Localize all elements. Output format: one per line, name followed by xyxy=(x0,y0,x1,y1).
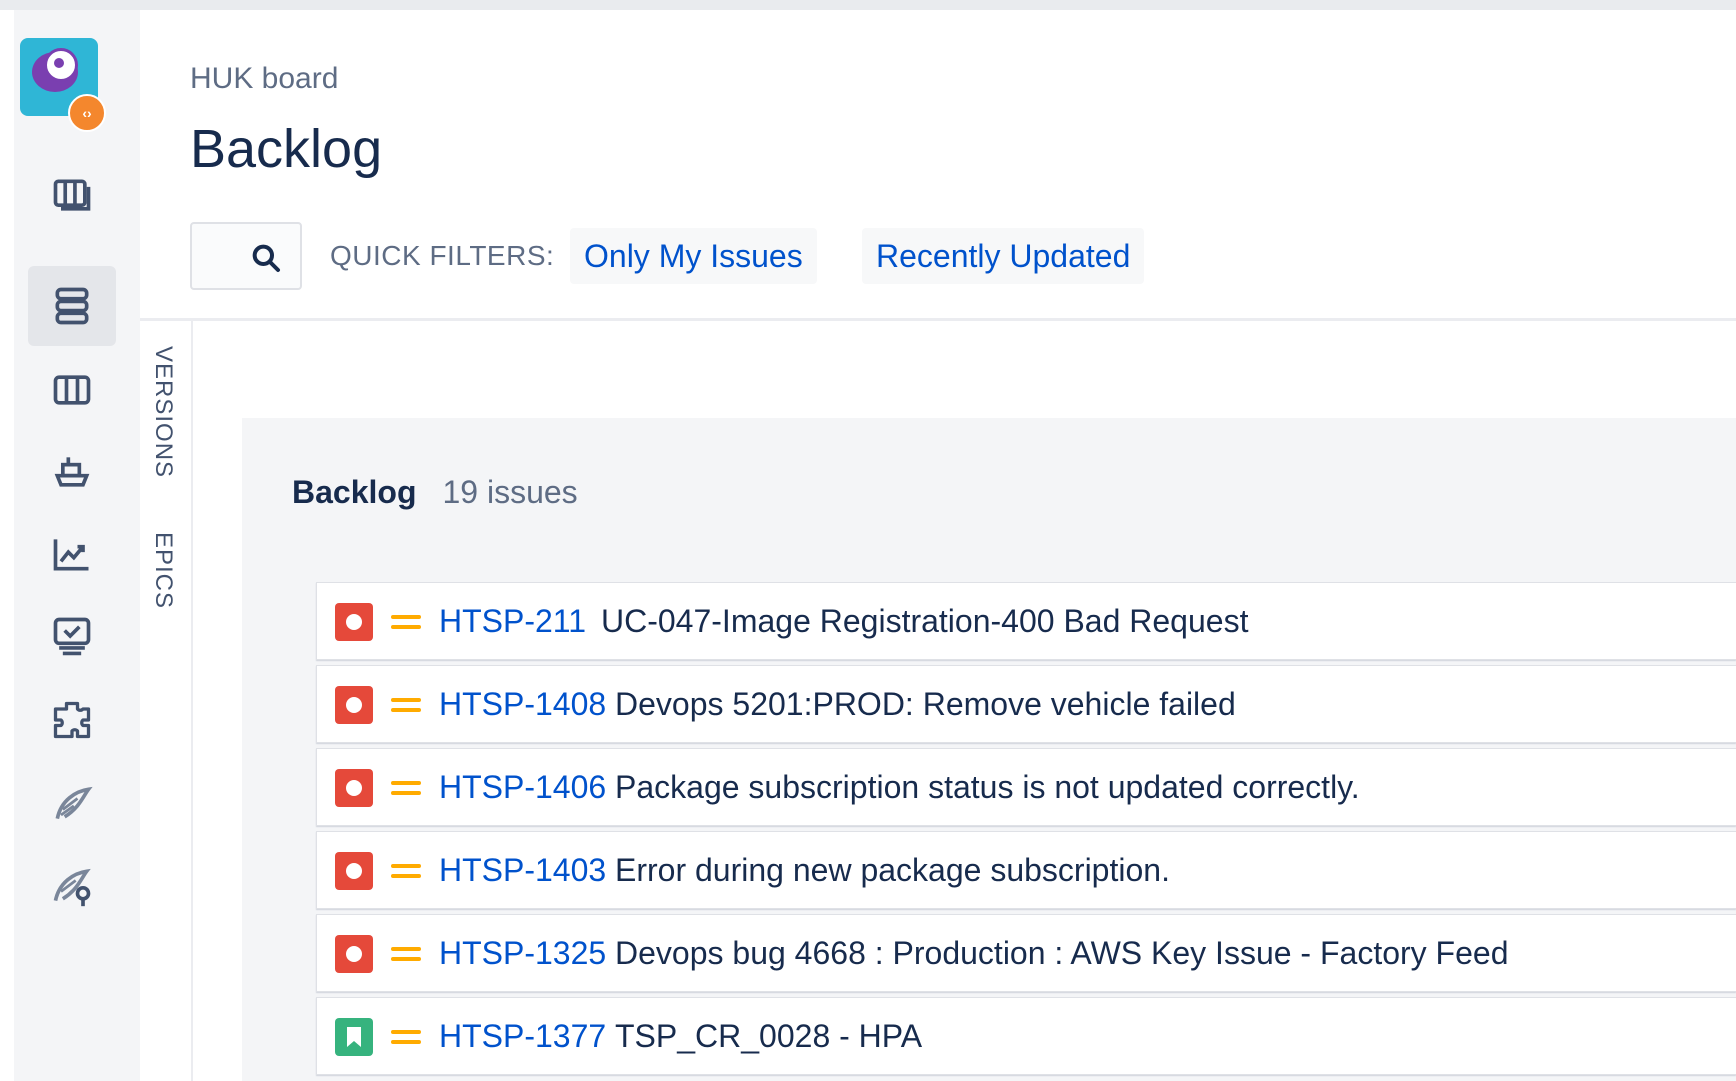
story-icon xyxy=(335,1018,373,1056)
bug-icon xyxy=(335,935,373,973)
issue-key[interactable]: HTSP-1408 xyxy=(439,686,606,723)
sidebar-item-components[interactable] xyxy=(28,680,116,760)
priority-medium-icon xyxy=(391,859,421,883)
search-input[interactable] xyxy=(190,222,302,290)
filter-only-my-issues[interactable]: Only My Issues xyxy=(570,228,817,284)
issue-summary: Error during new package subscription. xyxy=(615,852,1170,888)
tab-versions[interactable]: VERSIONS xyxy=(149,346,177,478)
sidebar-item-issues[interactable] xyxy=(28,596,116,676)
bug-icon xyxy=(335,603,373,641)
bug-icon xyxy=(335,769,373,807)
bug-icon xyxy=(335,686,373,724)
issue-count: 19 issues xyxy=(442,474,578,510)
avatar-eye-shape xyxy=(54,58,64,68)
issue-summary: Devops bug 4668 : Production : AWS Key I… xyxy=(615,935,1509,971)
quick-filters-label: QUICK FILTERS: xyxy=(330,240,555,271)
issue-list: HTSP-211 UC-047-Image Registration-400 B… xyxy=(316,582,1736,1080)
issue-key[interactable]: HTSP-211 xyxy=(439,603,586,640)
search-icon xyxy=(252,244,280,272)
reports-icon xyxy=(53,539,89,571)
issue-row[interactable]: HTSP-1403 Error during new package subsc… xyxy=(316,831,1736,909)
backlog-name: Backlog xyxy=(292,474,417,510)
sidebar-item-plugin[interactable] xyxy=(28,764,116,844)
issue-key[interactable]: HTSP-1377 xyxy=(439,1018,606,1055)
code-badge-icon: ‹› xyxy=(68,94,106,132)
issue-summary: Devops 5201:PROD: Remove vehicle failed xyxy=(615,686,1236,722)
project-avatar[interactable]: ‹› xyxy=(20,38,106,132)
issue-row[interactable]: HTSP-1325 Devops bug 4668 : Production :… xyxy=(316,914,1736,992)
left-edge xyxy=(0,10,14,1081)
releases-icon xyxy=(54,457,90,487)
sidebar-item-active-sprints[interactable] xyxy=(28,350,116,430)
sidebar-item-backlog[interactable] xyxy=(28,266,116,346)
bug-icon xyxy=(335,852,373,890)
issue-summary: UC-047-Image Registration-400 Bad Reques… xyxy=(601,603,1249,639)
issue-key[interactable]: HTSP-1406 xyxy=(439,769,606,806)
side-panel-tabs: VERSIONS EPICS xyxy=(141,320,193,1081)
filter-recently-updated[interactable]: Recently Updated xyxy=(862,228,1145,284)
sidebar-item-reports[interactable] xyxy=(28,514,116,594)
active-sprints-icon xyxy=(53,375,91,405)
priority-medium-icon xyxy=(391,693,421,717)
priority-medium-icon xyxy=(391,610,421,634)
header-divider xyxy=(140,318,1736,321)
issue-row[interactable]: HTSP-211 UC-047-Image Registration-400 B… xyxy=(316,582,1736,660)
priority-medium-icon xyxy=(391,942,421,966)
priority-medium-icon xyxy=(391,776,421,800)
priority-medium-icon xyxy=(391,1025,421,1049)
sidebar-item-plugin-settings[interactable] xyxy=(28,846,116,926)
backlog-board-icon xyxy=(53,179,91,211)
sidebar-item-board[interactable] xyxy=(28,156,116,236)
issue-key[interactable]: HTSP-1325 xyxy=(439,935,606,972)
backlog-icon xyxy=(55,287,89,325)
top-border xyxy=(0,0,1736,10)
issue-summary: Package subscription status is not updat… xyxy=(615,769,1360,805)
page-title: Backlog xyxy=(190,119,383,179)
issue-row[interactable]: HTSP-1408 Devops 5201:PROD: Remove vehic… xyxy=(316,665,1736,743)
issue-row[interactable]: HTSP-1377 TSP_CR_0028 - HPA xyxy=(316,997,1736,1075)
sidebar-item-releases[interactable] xyxy=(28,432,116,512)
backlog-header: Backlog 19 issues xyxy=(292,474,578,511)
plugin-settings-icon xyxy=(53,868,91,907)
plugin-icon xyxy=(55,786,93,820)
issue-key[interactable]: HTSP-1403 xyxy=(439,852,606,889)
issue-summary: TSP_CR_0028 - HPA xyxy=(615,1018,923,1054)
components-icon xyxy=(53,701,91,739)
breadcrumb-board[interactable]: HUK board xyxy=(190,62,338,96)
issue-row[interactable]: HTSP-1406 Package subscription status is… xyxy=(316,748,1736,826)
tab-epics[interactable]: EPICS xyxy=(149,532,177,609)
issues-icon xyxy=(53,617,91,656)
